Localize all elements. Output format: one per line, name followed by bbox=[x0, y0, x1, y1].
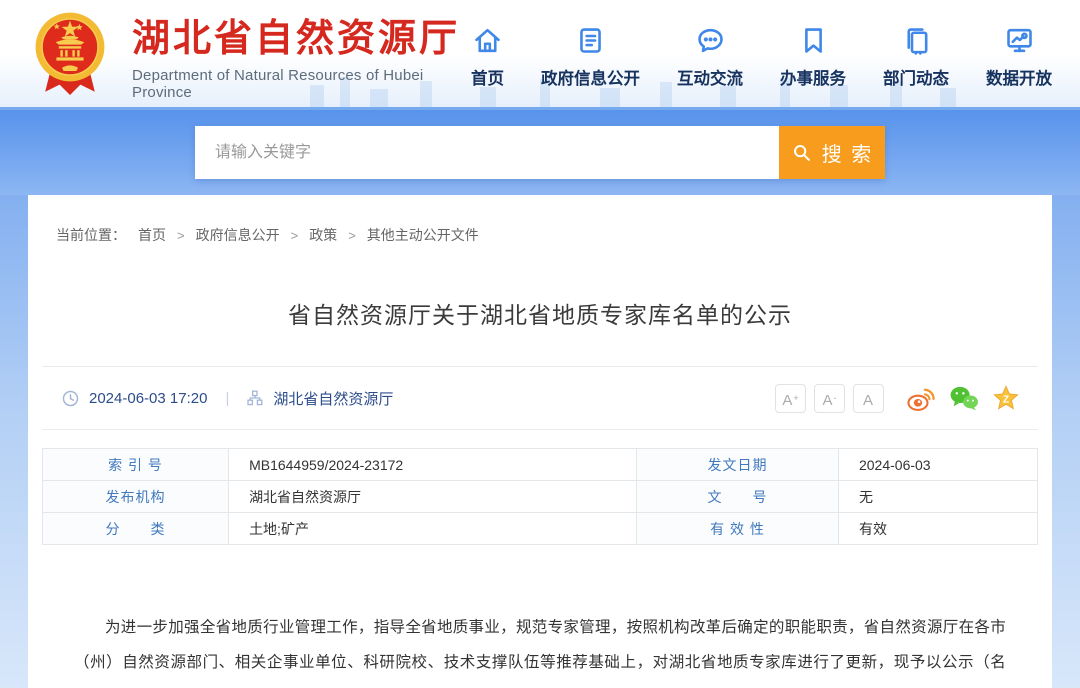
source-sitemap-icon bbox=[247, 390, 263, 406]
font-increase-button[interactable]: A+ bbox=[775, 384, 806, 413]
page-background: 当前位置： 首页 > 政府信息公开 > 政策 > 其他主动公开文件 省自然资源厅… bbox=[0, 195, 1080, 688]
breadcrumb-separator: > bbox=[291, 228, 299, 243]
meta-label-category: 分 类 bbox=[43, 513, 229, 545]
search-input[interactable] bbox=[195, 126, 779, 179]
font-decrease-button[interactable]: A- bbox=[814, 384, 845, 413]
content-card: 当前位置： 首页 > 政府信息公开 > 政策 > 其他主动公开文件 省自然资源厅… bbox=[28, 195, 1052, 688]
search-band: 搜 索 bbox=[0, 107, 1080, 195]
nav-item-interaction[interactable]: 互动交流 bbox=[677, 25, 743, 89]
meta-value-category: 土地;矿产 bbox=[229, 513, 637, 545]
article-body-paragraph: 为进一步加强全省地质行业管理工作，指导全省地质事业，规范专家管理，按照机构改革后… bbox=[74, 611, 1006, 688]
nav-label: 政府信息公开 bbox=[541, 65, 640, 89]
nav-label: 首页 bbox=[471, 65, 504, 89]
meta-separator: | bbox=[225, 390, 229, 407]
search-button-label: 搜 索 bbox=[822, 138, 874, 167]
home-icon bbox=[472, 25, 503, 56]
article-source: 湖北省自然资源厅 bbox=[273, 388, 393, 409]
svg-text:Z: Z bbox=[1003, 394, 1009, 405]
nav-item-open-data[interactable]: 数据开放 bbox=[986, 25, 1052, 89]
weibo-share-icon[interactable] bbox=[906, 385, 936, 411]
breadcrumb-separator: > bbox=[177, 228, 185, 243]
national-emblem-logo bbox=[30, 9, 110, 101]
breadcrumb-item-policy[interactable]: 政策 bbox=[309, 225, 337, 245]
main-nav: 首页 政府信息公开 互动交流 办事服务 部门动态 bbox=[471, 19, 1052, 89]
article-info-bar: 2024-06-03 17:20 | 湖北省自然资源厅 A+ A- A bbox=[42, 366, 1038, 430]
article-meta: 2024-06-03 17:20 | 湖北省自然资源厅 bbox=[62, 388, 393, 409]
font-default-button[interactable]: A bbox=[853, 384, 884, 413]
share-buttons: Z bbox=[906, 385, 1020, 412]
breadcrumb-prefix: 当前位置： bbox=[56, 225, 126, 245]
meta-value-issuing-agency: 湖北省自然资源厅 bbox=[229, 481, 637, 513]
meta-row-2: 发布机构 湖北省自然资源厅 文 号 无 bbox=[43, 481, 1038, 513]
meta-label-issue-date: 发文日期 bbox=[637, 449, 839, 481]
search-icon bbox=[791, 142, 813, 164]
documents-icon bbox=[901, 25, 932, 56]
site-branding: 湖北省自然资源厅 Department of Natural Resources… bbox=[132, 7, 471, 101]
meta-row-3: 分 类 土地;矿产 有 效 性 有效 bbox=[43, 513, 1038, 545]
publish-time: 2024-06-03 17:20 bbox=[89, 390, 207, 407]
breadcrumb: 当前位置： 首页 > 政府信息公开 > 政策 > 其他主动公开文件 bbox=[42, 195, 1038, 245]
chat-bubble-icon bbox=[695, 25, 726, 56]
nav-item-department-news[interactable]: 部门动态 bbox=[883, 25, 949, 89]
meta-value-validity: 有效 bbox=[838, 513, 1037, 545]
site-title: 湖北省自然资源厅 bbox=[132, 7, 471, 62]
clock-icon bbox=[62, 390, 79, 407]
meta-label-document-number: 文 号 bbox=[637, 481, 839, 513]
breadcrumb-item-gov-info[interactable]: 政府信息公开 bbox=[196, 225, 280, 245]
font-btn-label: A bbox=[863, 393, 873, 408]
search-box: 搜 索 bbox=[195, 126, 885, 179]
article-tools: A+ A- A bbox=[775, 384, 1020, 413]
nav-label: 数据开放 bbox=[986, 65, 1052, 89]
meta-label-index-number: 索 引 号 bbox=[43, 449, 229, 481]
site-title-english: Department of Natural Resources of Hubei… bbox=[132, 67, 471, 101]
bookmark-icon bbox=[798, 25, 829, 56]
nav-item-services[interactable]: 办事服务 bbox=[780, 25, 846, 89]
font-btn-sup: + bbox=[793, 394, 798, 403]
nav-label: 部门动态 bbox=[883, 65, 949, 89]
meta-value-document-number: 无 bbox=[838, 481, 1037, 513]
meta-label-validity: 有 效 性 bbox=[637, 513, 839, 545]
nav-item-gov-info[interactable]: 政府信息公开 bbox=[541, 25, 640, 89]
font-btn-sup: - bbox=[834, 394, 837, 403]
nav-label: 互动交流 bbox=[677, 65, 743, 89]
site-header: 湖北省自然资源厅 Department of Natural Resources… bbox=[0, 0, 1080, 107]
breadcrumb-item-current[interactable]: 其他主动公开文件 bbox=[367, 225, 479, 245]
font-btn-label: A bbox=[822, 393, 832, 408]
document-meta-table: 索 引 号 MB1644959/2024-23172 发文日期 2024-06-… bbox=[42, 448, 1038, 545]
search-button[interactable]: 搜 索 bbox=[779, 126, 885, 179]
breadcrumb-item-home[interactable]: 首页 bbox=[138, 225, 166, 245]
meta-value-issue-date: 2024-06-03 bbox=[838, 449, 1037, 481]
meta-value-index-number: MB1644959/2024-23172 bbox=[229, 449, 637, 481]
document-icon bbox=[575, 25, 606, 56]
meta-row-1: 索 引 号 MB1644959/2024-23172 发文日期 2024-06-… bbox=[43, 449, 1038, 481]
wechat-share-icon[interactable] bbox=[949, 385, 979, 411]
nav-label: 办事服务 bbox=[780, 65, 846, 89]
page-title: 省自然资源厅关于湖北省地质专家库名单的公示 bbox=[42, 296, 1038, 330]
breadcrumb-separator: > bbox=[348, 228, 356, 243]
meta-label-issuing-agency: 发布机构 bbox=[43, 481, 229, 513]
monitor-chart-icon bbox=[1004, 25, 1035, 56]
qzone-share-icon[interactable]: Z bbox=[992, 385, 1020, 412]
nav-item-home[interactable]: 首页 bbox=[471, 25, 504, 89]
font-btn-label: A bbox=[782, 393, 792, 408]
